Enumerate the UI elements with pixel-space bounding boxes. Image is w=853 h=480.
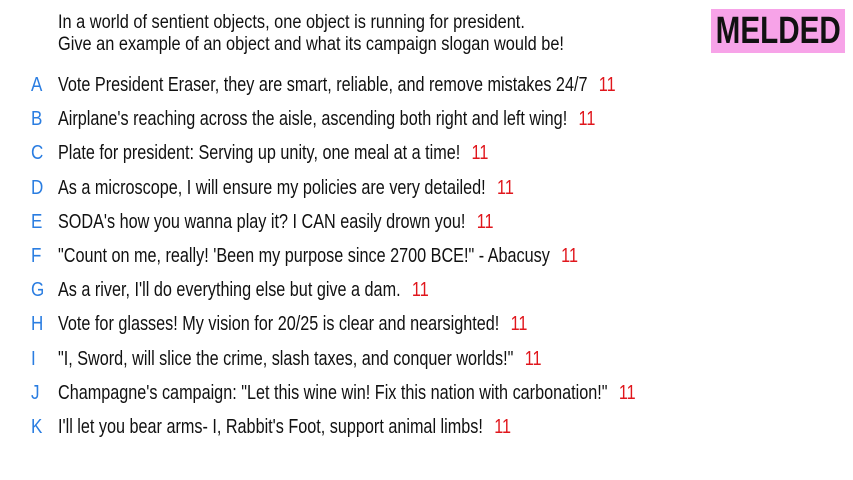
answer-text: "I, Sword, will slice the crime, slash t… [58,347,514,370]
answer-letter: C [31,142,44,165]
answer-text: I'll let you bear arms- I, Rabbit's Foot… [58,415,483,438]
prompt-line-2: Give an example of an object and what it… [58,34,564,55]
answer-letter: F [31,244,42,267]
answer-row-i: I "I, Sword, will slice the crime, slash… [0,346,853,380]
answer-row-k: K I'll let you bear arms- I, Rabbit's Fo… [0,414,853,448]
answer-row-g: G As a river, I'll do everything else bu… [0,277,853,311]
answer-score: 11 [471,142,489,165]
answer-score: 11 [524,347,542,370]
answer-row-e: E SODA's how you wanna play it? I CAN ea… [0,209,853,243]
answer-text: SODA's how you wanna play it? I CAN easi… [58,210,466,233]
answer-letter: D [31,176,44,199]
answer-letter: G [31,279,45,302]
answer-text: Plate for president: Serving up unity, o… [58,142,461,165]
melded-badge-label: MELDED [715,9,841,52]
answer-score: 11 [494,415,512,438]
answer-text: As a river, I'll do everything else but … [58,279,401,302]
answer-score: 11 [561,244,579,267]
answer-text: Champagne's campaign: "Let this wine win… [58,381,608,404]
answer-letter: H [31,313,44,336]
answer-row-j: J Champagne's campaign: "Let this wine w… [0,380,853,414]
answer-letter: A [31,74,43,96]
answer-text: Vote President Eraser, they are smart, r… [58,74,588,96]
answer-row-d: D As a microscope, I will ensure my poli… [0,175,853,209]
answer-score: 11 [411,279,429,302]
answer-score: 11 [476,210,494,233]
answer-row-f: F "Count on me, really! 'Been my purpose… [0,243,853,277]
answer-row-h: H Vote for glasses! My vision for 20/25 … [0,311,853,345]
answer-score: 11 [578,108,596,131]
answer-letter: I [31,347,36,370]
answer-letter: E [31,210,43,233]
answer-list: A Vote President Eraser, they are smart,… [0,72,853,448]
answer-text: Vote for glasses! My vision for 20/25 is… [58,313,500,336]
answer-text: As a microscope, I will ensure my polici… [58,176,486,199]
prompt-line-1: In a world of sentient objects, one obje… [58,12,525,33]
answer-row-b: B Airplane's reaching across the aisle, … [0,106,853,140]
answer-row-a: A Vote President Eraser, they are smart,… [0,72,853,106]
answer-letter: J [31,381,40,404]
answer-text: "Count on me, really! 'Been my purpose s… [58,244,550,267]
answer-score: 11 [618,381,636,404]
answer-score: 11 [510,313,528,336]
melded-badge: MELDED [711,9,845,53]
answer-letter: B [31,108,43,131]
prompt-text: In a world of sentient objects, one obje… [58,12,591,56]
answer-letter: K [31,415,43,438]
answer-score: 11 [598,74,616,96]
answer-row-c: C Plate for president: Serving up unity,… [0,140,853,174]
answer-score: 11 [497,176,514,199]
answer-text: Airplane's reaching across the aisle, as… [58,108,568,131]
